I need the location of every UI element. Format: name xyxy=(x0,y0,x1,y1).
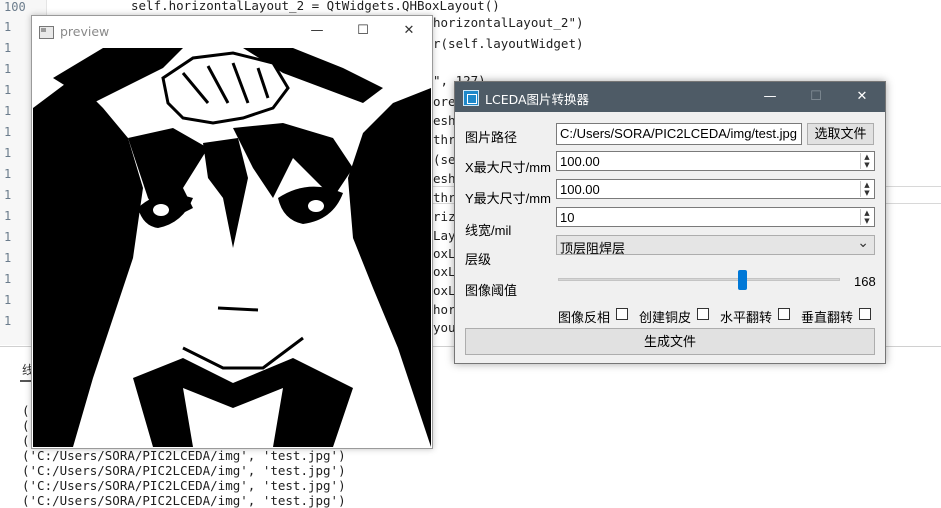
layer-label: 层级 xyxy=(465,252,492,267)
line-number: 1 xyxy=(4,146,12,160)
choose-file-button[interactable]: 选取文件 xyxy=(807,123,874,145)
preview-titlebar[interactable]: preview — ☐ ✕ xyxy=(32,16,432,47)
spin-up-icon[interactable]: ▲ xyxy=(860,209,873,217)
threshold-preview-image xyxy=(33,48,431,447)
line-number: 1 xyxy=(4,293,12,307)
y-max-size-spinbox[interactable]: 100.00 ▲ ▼ xyxy=(556,179,875,199)
line-number: 1 xyxy=(4,188,12,202)
threshold-label: 图像阈值 xyxy=(465,283,518,298)
invert-checkbox[interactable] xyxy=(616,308,628,320)
code-fragment: (se xyxy=(433,152,456,167)
line-number: 1 xyxy=(4,41,12,55)
chevron-down-icon: ⌄ xyxy=(857,234,869,250)
spin-down-icon[interactable]: ▼ xyxy=(860,161,873,169)
spin-up-icon[interactable]: ▲ xyxy=(860,153,873,161)
horizontal-flip-checkbox[interactable] xyxy=(778,308,790,320)
image-path-label: 图片路径 xyxy=(465,130,518,145)
invert-label: 图像反相 xyxy=(558,310,611,325)
spin-buttons[interactable]: ▲ ▼ xyxy=(860,209,873,225)
y-max-size-value: 100.00 xyxy=(560,182,600,197)
horizontal-flip-label: 水平翻转 xyxy=(720,310,773,325)
maximize-button[interactable]: ☐ xyxy=(793,82,839,112)
x-max-size-label: X最大尺寸/mm xyxy=(465,160,551,175)
line-number: 1 xyxy=(4,251,12,265)
line-number: 1 xyxy=(4,104,12,118)
spin-buttons[interactable]: ▲ ▼ xyxy=(860,181,873,197)
line-number: 1 xyxy=(4,272,12,286)
line-width-label: 线宽/mil xyxy=(465,223,512,238)
generate-file-button[interactable]: 生成文件 xyxy=(465,328,875,355)
layer-selected-value: 顶层阻焊层 xyxy=(560,241,626,256)
vertical-flip-checkbox[interactable] xyxy=(859,308,871,320)
code-fragment: oxL xyxy=(433,264,456,279)
preview-window[interactable]: preview — ☐ ✕ xyxy=(31,15,433,449)
console-line: ('C:/Users/SORA/PIC2LCEDA/img', 'test.jp… xyxy=(22,463,346,478)
threshold-slider-track[interactable] xyxy=(558,278,840,281)
line-number: 1 xyxy=(4,20,12,34)
code-fragment: thr xyxy=(433,132,456,147)
x-max-size-value: 100.00 xyxy=(560,154,600,169)
code-fragment: Lay xyxy=(433,228,456,243)
line-width-value: 10 xyxy=(560,210,575,225)
create-copper-label: 创建铜皮 xyxy=(639,310,692,325)
code-fragment: hor xyxy=(433,302,456,317)
code-fragment: r(self.layoutWidget) xyxy=(433,36,584,51)
spin-down-icon[interactable]: ▼ xyxy=(860,189,873,197)
window-icon xyxy=(39,26,54,39)
layer-dropdown[interactable]: 顶层阻焊层 ⌄ xyxy=(556,234,875,256)
preview-title: preview xyxy=(60,24,110,39)
image-path-field[interactable]: C:/Users/SORA/PIC2LCEDA/img/test.jpg xyxy=(556,123,802,145)
vertical-flip-label: 垂直翻转 xyxy=(801,310,854,325)
image-path-value: C:/Users/SORA/PIC2LCEDA/img/test.jpg xyxy=(560,126,797,141)
console-line: ('C:/Users/SORA/PIC2LCEDA/img', 'test.jp… xyxy=(22,448,346,463)
threshold-value: 168 xyxy=(854,274,876,289)
spin-down-icon[interactable]: ▼ xyxy=(860,217,873,225)
maximize-button[interactable]: ☐ xyxy=(340,16,386,47)
minimize-button[interactable]: — xyxy=(294,16,340,47)
converter-title: LCEDA图片转换器 xyxy=(485,92,590,107)
lceda-converter-window[interactable]: LCEDA图片转换器 — ☐ ✕ 图片路径 C:/Users/SORA/PIC2… xyxy=(454,81,886,364)
spin-up-icon[interactable]: ▲ xyxy=(860,181,873,189)
code-line: self.horizontalLayout_2 = QtWidgets.QHBo… xyxy=(131,0,500,13)
line-number: 1 xyxy=(4,314,12,328)
code-fragment: riz xyxy=(433,209,456,224)
console-line: ( xyxy=(22,418,30,433)
code-fragment: you xyxy=(433,320,456,335)
threshold-slider-thumb[interactable] xyxy=(737,270,747,290)
console-line: ( xyxy=(22,403,30,418)
minimize-button[interactable]: — xyxy=(747,82,793,112)
anime-face-image xyxy=(33,48,431,447)
line-number: 1 xyxy=(4,209,12,223)
line-number: 100 xyxy=(4,0,26,14)
console-line: ('C:/Users/SORA/PIC2LCEDA/img', 'test.jp… xyxy=(22,493,346,508)
code-fragment: esh xyxy=(433,171,456,186)
line-number: 1 xyxy=(4,230,12,244)
line-number: 1 xyxy=(4,62,12,76)
close-button[interactable]: ✕ xyxy=(839,82,885,112)
app-icon xyxy=(463,90,479,106)
console-line: ('C:/Users/SORA/PIC2LCEDA/img', 'test.jp… xyxy=(22,478,346,493)
code-fragment: horizontalLayout_2") xyxy=(433,15,584,30)
code-fragment: esh xyxy=(433,113,456,128)
spin-buttons[interactable]: ▲ ▼ xyxy=(860,153,873,169)
converter-titlebar[interactable]: LCEDA图片转换器 — ☐ ✕ xyxy=(455,82,885,112)
line-number: 1 xyxy=(4,83,12,97)
line-number: 1 xyxy=(4,125,12,139)
y-max-size-label: Y最大尺寸/mm xyxy=(465,191,551,206)
close-button[interactable]: ✕ xyxy=(386,16,432,47)
code-fragment: oxL xyxy=(433,246,456,261)
x-max-size-spinbox[interactable]: 100.00 ▲ ▼ xyxy=(556,151,875,171)
line-width-spinbox[interactable]: 10 ▲ ▼ xyxy=(556,207,875,227)
console-line: ( xyxy=(22,433,30,448)
code-fragment: oxL xyxy=(433,283,456,298)
code-fragment: ore xyxy=(433,94,456,109)
line-number: 1 xyxy=(4,167,12,181)
create-copper-checkbox[interactable] xyxy=(697,308,709,320)
